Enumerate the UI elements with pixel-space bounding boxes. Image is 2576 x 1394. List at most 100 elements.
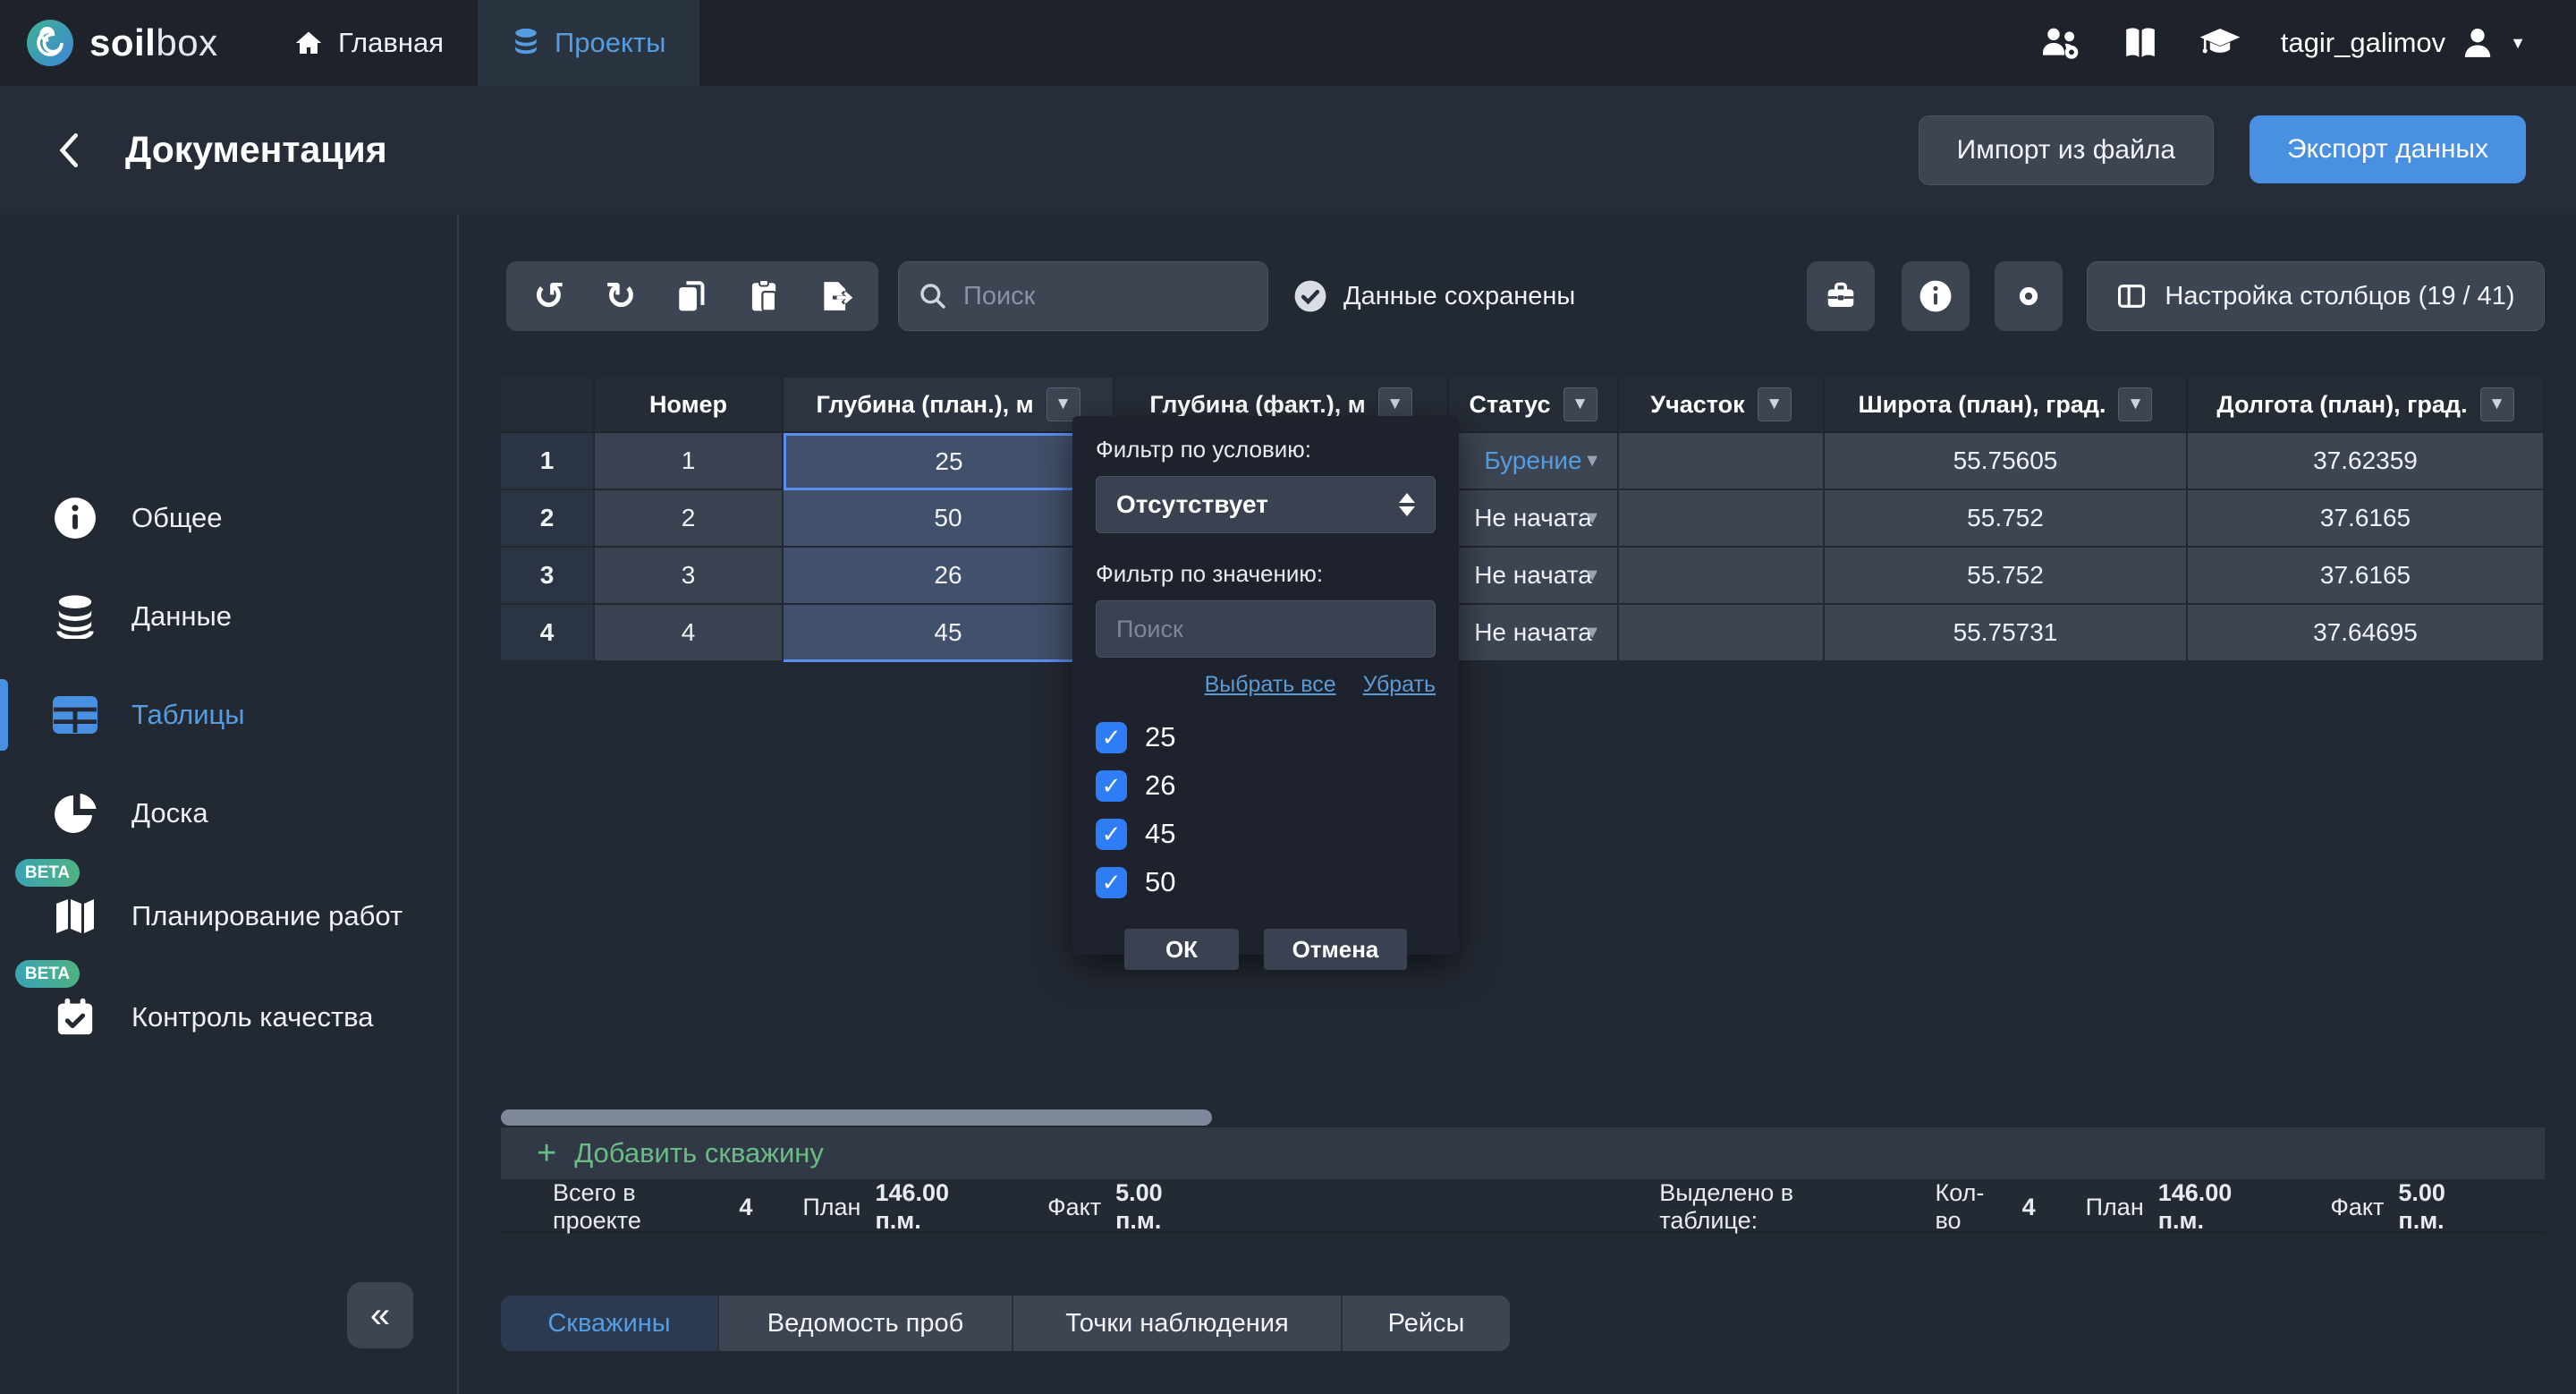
undo-icon[interactable]: ↺ bbox=[524, 271, 574, 321]
import-file-button[interactable]: Импорт из файла bbox=[1919, 115, 2214, 185]
database-icon bbox=[52, 594, 98, 639]
sidebar-item-board[interactable]: Доска bbox=[0, 769, 455, 858]
filter-icon[interactable]: ▼ bbox=[2118, 387, 2152, 421]
nav-item-label: Главная bbox=[338, 27, 444, 59]
tab-sample-register[interactable]: Ведомость проб bbox=[719, 1296, 1013, 1351]
education-cap-icon[interactable] bbox=[2199, 25, 2241, 61]
chevron-down-icon[interactable]: ▼ bbox=[1583, 508, 1601, 529]
copy-icon[interactable] bbox=[667, 271, 717, 321]
lon-cell[interactable]: 37.62359 bbox=[2188, 433, 2545, 490]
info-button[interactable] bbox=[1902, 261, 1970, 331]
tools-button[interactable] bbox=[1807, 261, 1875, 331]
sidebar-item-data[interactable]: Данные bbox=[0, 572, 455, 661]
checkbox-checked[interactable]: ✓ bbox=[1096, 867, 1127, 898]
nav-item-home[interactable]: Главная bbox=[259, 0, 478, 86]
site-cell[interactable] bbox=[1619, 433, 1825, 490]
site-cell[interactable] bbox=[1619, 548, 1825, 605]
sidebar-item-tables[interactable]: Таблицы bbox=[0, 670, 455, 760]
beta-badge: BETA bbox=[15, 960, 80, 988]
filter-icon[interactable]: ▼ bbox=[1563, 387, 1597, 421]
sidebar-item-general[interactable]: Общее bbox=[0, 473, 455, 563]
lon-cell[interactable]: 37.6165 bbox=[2188, 490, 2545, 548]
tab-observation-points[interactable]: Точки наблюдения bbox=[1013, 1296, 1343, 1351]
chevron-down-icon[interactable]: ▼ bbox=[1583, 623, 1601, 643]
filter-option: ✓ 26 bbox=[1096, 769, 1436, 802]
status-cell[interactable]: Бурение ▼ bbox=[1449, 433, 1619, 490]
lat-cell[interactable]: 55.752 bbox=[1825, 490, 2188, 548]
row-index-cell[interactable]: 2 bbox=[501, 490, 595, 548]
horizontal-scrollbar[interactable] bbox=[501, 1109, 1212, 1126]
number-cell[interactable]: 2 bbox=[595, 490, 784, 548]
nav-item-projects[interactable]: Проекты bbox=[478, 0, 699, 86]
sidebar-item-work-planning[interactable]: BETA Планирование работ bbox=[0, 871, 455, 961]
briefcase-icon bbox=[1825, 280, 1857, 312]
depth-plan-cell[interactable]: 26 bbox=[784, 548, 1114, 605]
user-menu[interactable]: tagir_galimov ▼ bbox=[2281, 25, 2526, 61]
filter-option: ✓ 25 bbox=[1096, 721, 1436, 753]
checkbox-checked[interactable]: ✓ bbox=[1096, 819, 1127, 850]
depth-plan-cell[interactable]: 50 bbox=[784, 490, 1114, 548]
number-cell[interactable]: 3 bbox=[595, 548, 784, 605]
filter-ok-button[interactable]: ОК bbox=[1124, 929, 1239, 970]
export-data-button[interactable]: Экспорт данных bbox=[2250, 115, 2526, 183]
filter-cancel-button[interactable]: Отмена bbox=[1264, 929, 1407, 970]
columns-settings-label: Настройка столбцов (19 / 41) bbox=[2165, 282, 2514, 311]
docs-book-icon[interactable] bbox=[2122, 26, 2159, 60]
chevron-down-icon[interactable]: ▼ bbox=[1583, 451, 1601, 472]
table-header-row: Номер Глубина (план.), м ▼ Глубина (факт… bbox=[501, 378, 2545, 433]
filter-condition-select[interactable]: Отсутствует bbox=[1096, 476, 1436, 533]
depth-plan-cell[interactable]: 45 bbox=[784, 605, 1114, 662]
status-cell[interactable]: Не начата ▼ bbox=[1449, 548, 1619, 605]
chevron-down-icon: ▼ bbox=[2510, 34, 2526, 53]
tab-trips[interactable]: Рейсы bbox=[1343, 1296, 1510, 1351]
search-input[interactable] bbox=[962, 281, 1248, 312]
number-cell[interactable]: 4 bbox=[595, 605, 784, 662]
row-index-cell[interactable]: 1 bbox=[501, 433, 595, 490]
total-label: Всего в проекте bbox=[553, 1179, 724, 1235]
lat-cell[interactable]: 55.752 bbox=[1825, 548, 2188, 605]
checkbox-checked[interactable]: ✓ bbox=[1096, 770, 1127, 802]
add-well-button[interactable]: + Добавить скважину bbox=[501, 1127, 2545, 1181]
filter-search-input[interactable] bbox=[1114, 615, 1417, 644]
header-site: Участок ▼ bbox=[1619, 378, 1825, 433]
lon-cell[interactable]: 37.6165 bbox=[2188, 548, 2545, 605]
select-all-link[interactable]: Выбрать все bbox=[1205, 672, 1336, 698]
lon-cell[interactable]: 37.64695 bbox=[2188, 605, 2545, 662]
columns-icon bbox=[2116, 281, 2147, 311]
total-value: 4 bbox=[739, 1194, 752, 1221]
settings-button[interactable] bbox=[1995, 261, 2063, 331]
site-cell[interactable] bbox=[1619, 605, 1825, 662]
export-file-icon[interactable] bbox=[810, 271, 860, 321]
checkbox-checked[interactable]: ✓ bbox=[1096, 722, 1127, 753]
filter-option: ✓ 50 bbox=[1096, 866, 1436, 898]
back-button[interactable] bbox=[52, 129, 88, 172]
paste-icon[interactable] bbox=[739, 271, 789, 321]
number-cell[interactable]: 1 bbox=[595, 433, 784, 490]
selected-label: Выделено в таблице: bbox=[1659, 1179, 1890, 1235]
status-cell[interactable]: Не начата ▼ bbox=[1449, 605, 1619, 662]
site-cell[interactable] bbox=[1619, 490, 1825, 548]
team-admin-icon[interactable] bbox=[2039, 25, 2082, 61]
page-header: Документация Импорт из файла Экспорт дан… bbox=[0, 86, 2576, 214]
chevron-down-icon[interactable]: ▼ bbox=[1583, 565, 1601, 586]
redo-icon[interactable]: ↻ bbox=[596, 271, 646, 321]
brand-logo[interactable]: soilbox bbox=[0, 0, 259, 86]
clear-link[interactable]: Убрать bbox=[1363, 672, 1436, 698]
sidebar-item-quality-control[interactable]: BETA Контроль качества bbox=[0, 973, 455, 1062]
status-cell[interactable]: Не начата ▼ bbox=[1449, 490, 1619, 548]
lat-cell[interactable]: 55.75731 bbox=[1825, 605, 2188, 662]
filter-icon[interactable]: ▼ bbox=[2480, 387, 2514, 421]
table-tabs: Скважины Ведомость проб Точки наблюдения… bbox=[501, 1296, 1510, 1351]
columns-settings-button[interactable]: Настройка столбцов (19 / 41) bbox=[2087, 261, 2545, 331]
depth-plan-cell[interactable]: 25 bbox=[784, 433, 1114, 490]
row-index-cell[interactable]: 3 bbox=[501, 548, 595, 605]
filter-icon[interactable]: ▼ bbox=[1758, 387, 1792, 421]
tab-wells[interactable]: Скважины bbox=[501, 1296, 719, 1351]
sidebar-collapse-button[interactable]: « bbox=[347, 1282, 413, 1348]
lat-cell[interactable]: 55.75605 bbox=[1825, 433, 2188, 490]
filter-value-label: Фильтр по значению: bbox=[1096, 560, 1436, 588]
table-row: 2 2 50 Не начата ▼ 55.752 37.6165 bbox=[501, 490, 2545, 548]
table-row: 3 3 26 Не начата ▼ 55.752 37.6165 bbox=[501, 548, 2545, 605]
header-index bbox=[501, 378, 595, 433]
row-index-cell[interactable]: 4 bbox=[501, 605, 595, 662]
